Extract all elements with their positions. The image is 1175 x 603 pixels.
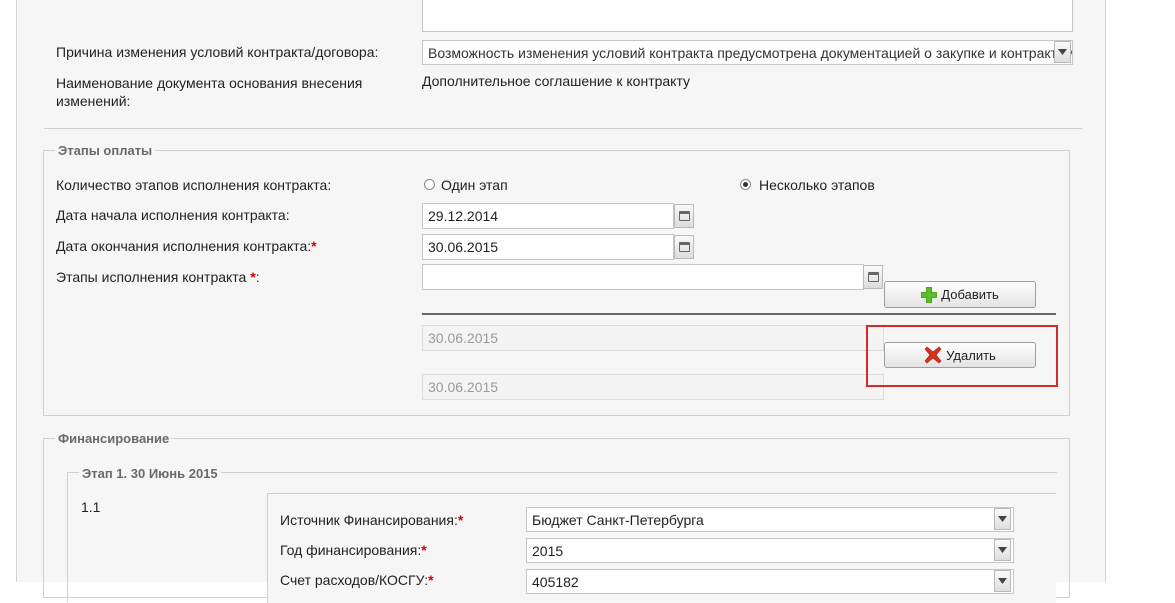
stages-calendar-button[interactable] — [863, 265, 883, 289]
account-dropdown-button[interactable] — [994, 570, 1011, 592]
reason-select-value: Возможность изменения условий контракта … — [428, 45, 1073, 61]
add-stage-button[interactable]: Добавить — [884, 281, 1036, 308]
delete-stage-button[interactable]: Удалить — [884, 342, 1036, 368]
chevron-down-icon — [998, 578, 1007, 584]
chevron-down-icon — [1058, 49, 1067, 55]
chevron-down-icon — [998, 516, 1007, 522]
financing-row-number: 1.1 — [81, 499, 101, 515]
start-date-input[interactable]: 29.12.2014 — [422, 203, 674, 229]
x-icon — [924, 346, 942, 364]
year-dropdown-button[interactable] — [994, 539, 1011, 561]
calendar-icon — [867, 272, 879, 282]
stages-list-divider — [422, 313, 1056, 315]
year-label: Год финансирования:* — [280, 542, 427, 558]
source-select[interactable]: Бюджет Санкт-Петербурга — [526, 507, 1014, 532]
calendar-icon — [678, 242, 690, 252]
year-select[interactable]: 2015 — [526, 538, 1014, 563]
reason-select[interactable]: Возможность изменения условий контракта … — [422, 40, 1073, 65]
reason-label: Причина изменения условий контракта/дого… — [56, 44, 379, 60]
radio-many-stages-label[interactable]: Несколько этапов — [759, 177, 875, 193]
radio-one-stage[interactable] — [424, 179, 435, 190]
stage-row-2: 30.06.2015 — [422, 374, 884, 400]
start-date-calendar-button[interactable] — [674, 204, 694, 228]
reason-dropdown-button[interactable] — [1054, 41, 1071, 63]
end-date-input[interactable]: 30.06.2015 — [422, 234, 674, 260]
end-date-calendar-button[interactable] — [674, 235, 694, 259]
radio-many-stages[interactable] — [740, 179, 751, 190]
section-divider — [44, 128, 1082, 129]
stage-count-label: Количество этапов исполнения контракта: — [56, 177, 332, 193]
calendar-icon — [678, 211, 690, 221]
stage-row-1: 30.06.2015 — [422, 325, 884, 351]
source-dropdown-button[interactable] — [994, 508, 1011, 530]
doc-name-value: Дополнительное соглашение к контракту — [422, 73, 691, 89]
plus-icon — [921, 286, 938, 303]
payment-stages-legend: Этапы оплаты — [55, 143, 156, 158]
end-date-label: Дата окончания исполнения контракта:* — [56, 238, 317, 254]
start-date-label: Дата начала исполнения контракта: — [56, 207, 290, 223]
doc-name-label: Наименование документа основания внесени… — [56, 75, 363, 109]
source-label: Источник Финансирования:* — [280, 512, 464, 528]
chevron-down-icon — [998, 547, 1007, 553]
notes-textarea[interactable] — [422, 0, 1073, 32]
stages-date-input[interactable] — [422, 264, 864, 290]
delete-stage-button-label: Удалить — [946, 347, 996, 363]
account-label: Счет расходов/КОСГУ:* — [280, 572, 434, 588]
financing-stage-legend: Этап 1. 30 Июнь 2015 — [79, 466, 221, 481]
add-stage-button-label: Добавить — [941, 287, 999, 302]
financing-legend: Финансирование — [55, 431, 173, 446]
stages-label: Этапы исполнения контракта *: — [56, 269, 260, 285]
radio-one-stage-label[interactable]: Один этап — [441, 177, 508, 193]
